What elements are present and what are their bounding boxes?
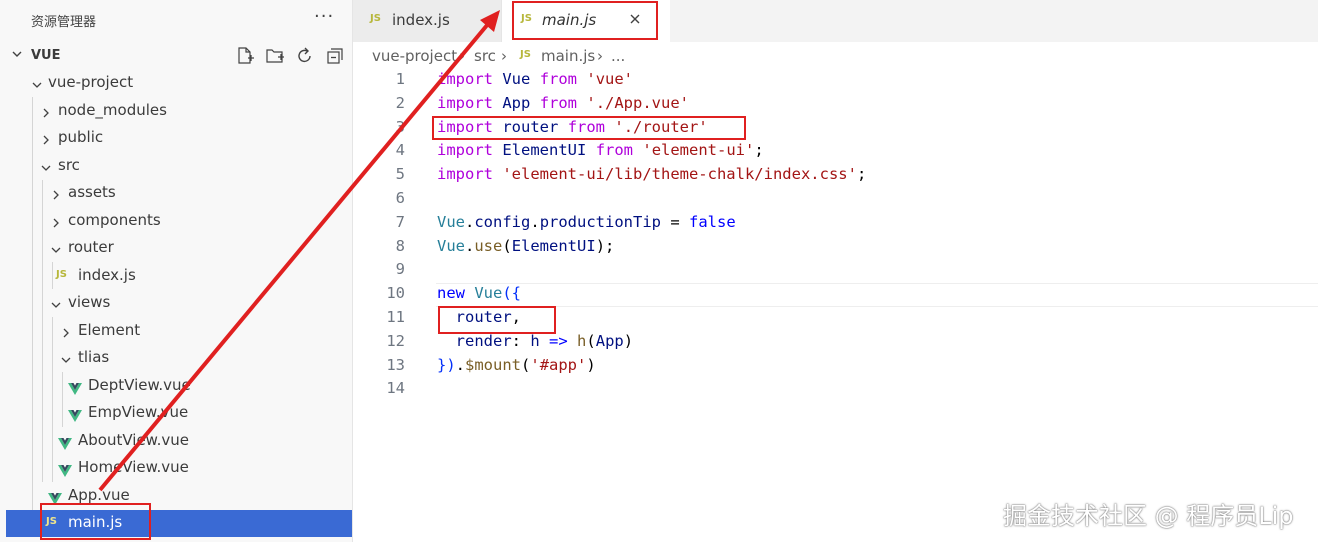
- annotation-arrow: [98, 10, 500, 492]
- watermark: 掘金技术社区 @ 程序员Lip: [1003, 502, 1294, 530]
